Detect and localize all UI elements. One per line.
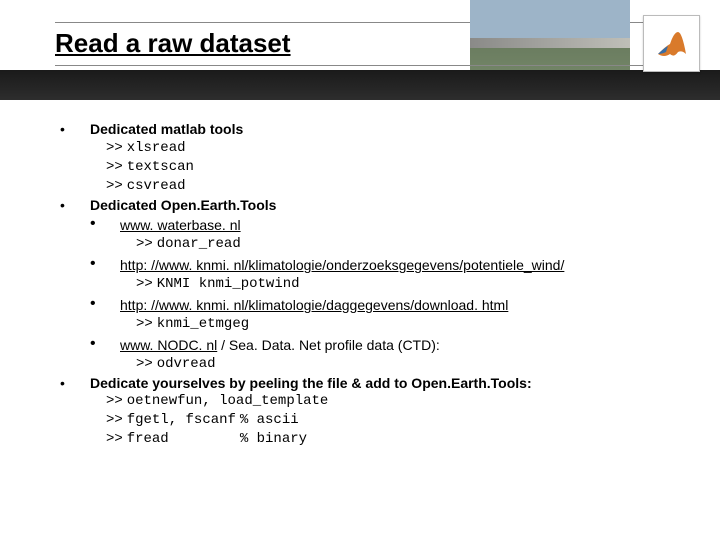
sub-tail-text: / Sea. Data. Net profile data (CTD): [217,337,440,353]
bullet-icon [90,296,120,312]
prompt: >> [136,355,153,374]
prompt: >> [106,430,123,449]
code-cmd: KNMI knmi_potwind [157,275,300,294]
sub-bullet: http: //www. knmi. nl/klimatologie/dagge… [60,296,690,315]
code-comment: % binary [240,430,307,449]
code-line: >> xlsread [60,139,690,158]
code-line: >> donar_read [60,235,690,254]
code-line: >> textscan [60,158,690,177]
prompt: >> [136,235,153,254]
rule-mid [55,65,700,66]
code-line: >> fgetl, fscanf % ascii [60,411,690,430]
code-line: >> fread % binary [60,430,690,449]
matlab-logo-icon [643,15,700,72]
section-heading: Dedicated Open.Earth.Tools [90,196,690,215]
slide-body: Dedicated matlab tools >> xlsread >> tex… [60,120,690,449]
code-line: >> odvread [60,355,690,374]
prompt: >> [106,392,123,411]
bullet-section-2: Dedicated Open.Earth.Tools [60,196,690,215]
code-cmd: csvread [127,177,186,196]
code-cmd: fread [127,430,169,449]
header-band [0,70,720,100]
bullet-icon [60,120,90,139]
prompt: >> [106,177,123,196]
code-cmd: textscan [127,158,194,177]
slide-title: Read a raw dataset [55,28,291,59]
sub-bullet: http: //www. knmi. nl/klimatologie/onder… [60,256,690,275]
code-cmd: knmi_etmgeg [157,315,249,334]
prompt: >> [106,158,123,177]
code-pad [169,430,236,449]
link-knmi-potwind[interactable]: http: //www. knmi. nl/klimatologie/onder… [120,257,564,273]
bullet-icon [60,374,90,393]
prompt: >> [106,411,123,430]
slide-header: Read a raw dataset [0,0,720,100]
code-cmd: oetnewfun, load_template [127,392,329,411]
bullet-section-1: Dedicated matlab tools [60,120,690,139]
bullet-icon [60,196,90,215]
code-line: >> KNMI knmi_potwind [60,275,690,294]
sub-bullet: www. NODC. nl / Sea. Data. Net profile d… [60,336,690,355]
bullet-icon [90,216,120,232]
code-cmd: odvread [157,355,216,374]
code-line: >> knmi_etmgeg [60,315,690,334]
bullet-section-3: Dedicate yourselves by peeling the file … [60,374,690,393]
code-cmd: xlsread [127,139,186,158]
code-cmd: fgetl, fscanf [127,411,236,430]
link-knmi-daggegevens[interactable]: http: //www. knmi. nl/klimatologie/dagge… [120,297,508,313]
link-nodc[interactable]: www. NODC. nl [120,337,217,353]
code-comment: % ascii [240,411,299,430]
bullet-icon [90,336,120,352]
sub-bullet: www. waterbase. nl [60,216,690,235]
code-line: >> csvread [60,177,690,196]
section-heading: Dedicated matlab tools [90,120,690,139]
prompt: >> [136,275,153,294]
link-waterbase[interactable]: www. waterbase. nl [120,217,241,233]
bullet-icon [90,256,120,272]
code-cmd: donar_read [157,235,241,254]
code-line: >> oetnewfun, load_template [60,392,690,411]
prompt: >> [106,139,123,158]
prompt: >> [136,315,153,334]
section-heading: Dedicate yourselves by peeling the file … [90,374,690,393]
